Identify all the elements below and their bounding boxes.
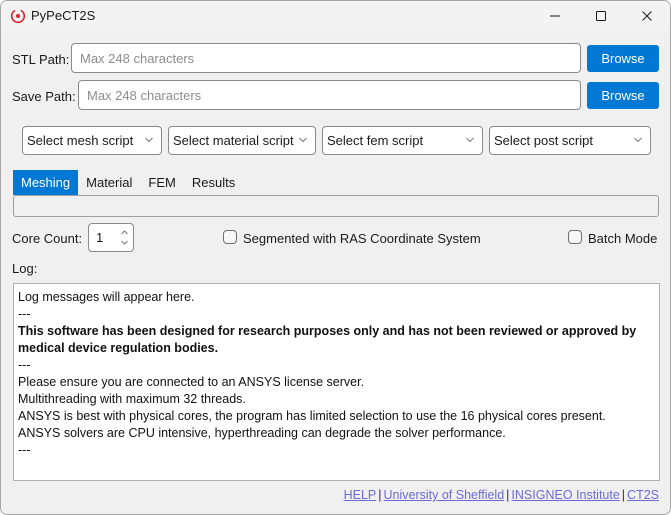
stl-path-label: STL Path: [12,52,70,67]
close-button[interactable] [624,1,670,31]
log-line: Please ensure you are connected to an AN… [18,375,365,389]
fem-script-select[interactable]: Select fem script [322,126,483,155]
insigneo-institute-link[interactable]: INSIGNEO Institute [511,488,619,502]
save-path-input[interactable] [78,80,581,110]
save-browse-button[interactable]: Browse [587,82,659,109]
university-of-sheffield-link[interactable]: University of Sheffield [384,488,505,502]
tab-meshing[interactable]: Meshing [13,170,79,195]
core-count-label: Core Count: [12,231,83,246]
log-line: --- [18,443,31,457]
post-script-value: Select post script [494,133,593,148]
tab-panel [13,195,659,217]
mesh-script-select[interactable]: Select mesh script [22,126,162,155]
log-line: Multithreading with maximum 32 threads. [18,392,246,406]
chevron-down-icon [299,137,307,143]
log-line: --- [18,358,31,372]
segmented-ras-label: Segmented with RAS Coordinate System [243,231,481,246]
stl-path-input[interactable] [71,43,581,73]
maximize-button[interactable] [578,1,624,31]
batch-mode-checkbox[interactable] [568,230,582,244]
chevron-down-icon [145,137,153,143]
stl-browse-button[interactable]: Browse [587,45,659,72]
window-title: PyPeCT2S [31,8,96,23]
maximize-icon [596,11,606,21]
close-icon [642,11,652,21]
app-window: PyPeCT2S STL Path: Browse Save Path: Bro… [0,0,671,515]
app-logo-icon [10,8,26,24]
ct2s-link[interactable]: CT2S [627,488,659,502]
chevron-down-icon [634,137,642,143]
tab-results[interactable]: Results [184,170,243,195]
tab-bar: Meshing Material FEM Results [13,170,243,195]
spin-arrows-icon[interactable] [120,228,129,247]
chevron-down-icon [466,137,474,143]
log-label: Log: [12,261,38,276]
fem-script-value: Select fem script [327,133,424,148]
mesh-script-value: Select mesh script [27,133,134,148]
material-script-value: Select material script [173,133,294,148]
batch-mode-label: Batch Mode [588,231,658,246]
save-path-label: Save Path: [12,89,76,104]
tab-material[interactable]: Material [78,170,140,195]
footer-links: HELP | University of Sheffield | INSIGNEO In… [344,488,659,502]
footer-separator: | [621,488,626,502]
post-script-select[interactable]: Select post script [489,126,651,155]
log-line: --- [18,307,31,321]
minimize-icon [550,15,560,17]
log-line: This software has been designed for rese… [18,324,637,355]
footer-separator: | [378,488,382,502]
core-count-spinbox[interactable]: 1 [88,223,134,252]
log-line: ANSYS is best with physical cores, the p… [18,409,606,423]
title-bar: PyPeCT2S [1,1,670,31]
core-count-value: 1 [96,230,104,245]
tab-fem[interactable]: FEM [140,170,183,195]
minimize-button[interactable] [532,1,578,31]
log-line: ANSYS solvers are CPU intensive, hyperth… [18,426,506,440]
material-script-select[interactable]: Select material script [168,126,316,155]
segmented-ras-checkbox[interactable] [223,230,237,244]
log-output[interactable]: Log messages will appear here. --- This so… [13,283,660,481]
help-link[interactable]: HELP [344,488,377,502]
footer-separator: | [506,488,510,502]
log-line: Log messages will appear here. [18,290,195,304]
